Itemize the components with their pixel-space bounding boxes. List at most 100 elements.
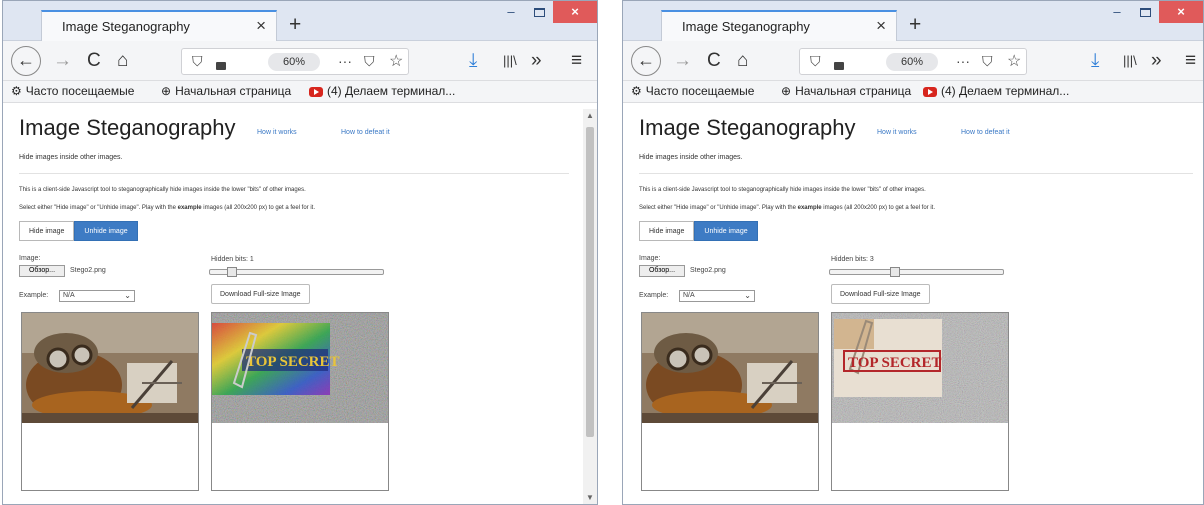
close-window-icon[interactable]: × xyxy=(553,1,597,23)
page-content: Image Steganography How it works How to … xyxy=(623,109,1203,504)
minimize-icon[interactable]: – xyxy=(1103,1,1131,23)
menu-icon[interactable]: ≡ xyxy=(1185,50,1196,72)
tab-title: Image Steganography xyxy=(682,19,810,34)
shield-icon[interactable]: ⛉ xyxy=(810,53,821,70)
youtube-icon xyxy=(309,86,323,97)
hidden-bits-label: Hidden bits: 3 xyxy=(831,256,874,263)
library-icon[interactable]: |||\ xyxy=(503,50,517,72)
home-icon[interactable]: ⌂ xyxy=(117,50,128,72)
zoom-level[interactable]: 60% xyxy=(886,53,938,71)
reload-icon[interactable]: C xyxy=(707,50,721,72)
hidden-bits-slider[interactable] xyxy=(829,267,1004,277)
top-secret-stamp: TOP SECRET xyxy=(246,354,340,370)
zoom-level[interactable]: 60% xyxy=(268,53,320,71)
minimize-icon[interactable]: – xyxy=(497,1,525,23)
example-label: Example: xyxy=(19,292,49,299)
image-label: Image: xyxy=(639,255,661,262)
new-tab-icon[interactable]: + xyxy=(909,13,921,37)
bookmark-most-visited[interactable]: ⚙ Часто посещаемые xyxy=(631,84,754,98)
tab-title: Image Steganography xyxy=(62,19,190,34)
slider-thumb[interactable] xyxy=(889,267,900,277)
mode-toggle: Hide image Unhide image xyxy=(19,221,138,241)
chevron-down-icon: ⌄ xyxy=(744,291,751,300)
home-icon[interactable]: ⌂ xyxy=(737,50,748,72)
bookmark-start-page[interactable]: ⊕ Начальная страница xyxy=(161,84,291,98)
how-it-works-link[interactable]: How it works xyxy=(257,129,297,136)
download-full-size-button[interactable]: Download Full-size Image xyxy=(831,284,930,304)
bookmark-most-visited[interactable]: ⚙ Часто посещаемые xyxy=(11,84,134,98)
more-icon[interactable]: ··· xyxy=(338,53,352,69)
top-secret-stamp: TOP SECRET xyxy=(848,355,942,371)
hidden-bits-slider[interactable] xyxy=(209,267,384,277)
tab-image-steganography[interactable]: Image Steganography × xyxy=(661,10,897,41)
hidden-bits-label: Hidden bits: 1 xyxy=(211,256,254,263)
gear-icon: ⚙ xyxy=(631,84,642,98)
lock-icon xyxy=(834,57,844,73)
how-it-works-link[interactable]: How it works xyxy=(877,129,917,136)
vertical-scrollbar[interactable]: ▲ ▼ xyxy=(583,109,597,504)
browser-window-left: Image Steganography × + – × ← → C ⌂ ⛉ 60… xyxy=(2,0,598,505)
unhide-image-button[interactable]: Unhide image xyxy=(74,221,138,241)
slider-thumb[interactable] xyxy=(226,267,237,277)
browse-button[interactable]: Обзор... xyxy=(639,265,685,277)
overflow-icon[interactable]: » xyxy=(1151,50,1162,72)
star-icon[interactable]: ☆ xyxy=(389,51,403,71)
scrollbar-thumb[interactable] xyxy=(586,127,594,437)
window-controls: – × xyxy=(1103,1,1203,23)
new-tab-icon[interactable]: + xyxy=(289,13,301,37)
download-icon[interactable]: ⤓ xyxy=(469,50,477,72)
intro-text: This is a client-side Javascript tool to… xyxy=(639,187,926,193)
forward-icon[interactable]: → xyxy=(673,50,692,72)
download-full-size-button[interactable]: Download Full-size Image xyxy=(211,284,310,304)
chevron-down-icon: ⌄ xyxy=(124,291,131,300)
maximize-icon[interactable] xyxy=(1131,1,1159,23)
more-icon[interactable]: ··· xyxy=(956,53,970,69)
unhide-image-button[interactable]: Unhide image xyxy=(694,221,758,241)
scroll-up-icon[interactable]: ▲ xyxy=(586,111,594,120)
back-icon[interactable]: ← xyxy=(631,46,661,76)
bookmark-youtube[interactable]: (4) Делаем терминал... xyxy=(309,84,455,98)
navigation-toolbar: ← → C ⌂ ⛉ 60% ··· ⛉ ☆ ⤓ |||\ » ≡ xyxy=(3,41,597,81)
bookmark-youtube[interactable]: (4) Делаем терминал... xyxy=(923,84,1069,98)
hide-image-button[interactable]: Hide image xyxy=(639,221,695,241)
youtube-icon xyxy=(923,86,937,97)
pocket-icon[interactable]: ⛉ xyxy=(982,53,993,70)
back-icon[interactable]: ← xyxy=(11,46,41,76)
tab-bar: Image Steganography × + – × xyxy=(3,1,597,41)
maximize-icon[interactable] xyxy=(525,1,553,23)
scroll-down-icon[interactable]: ▼ xyxy=(586,493,594,502)
page-subtitle: Hide images inside other images. xyxy=(19,154,123,161)
close-window-icon[interactable]: × xyxy=(1159,1,1203,23)
url-bar[interactable]: ⛉ 60% ··· ⛉ ☆ xyxy=(799,48,1027,75)
overflow-icon[interactable]: » xyxy=(531,50,542,72)
pocket-icon[interactable]: ⛉ xyxy=(364,53,375,70)
hide-image-button[interactable]: Hide image xyxy=(19,221,75,241)
window-controls: – × xyxy=(497,1,597,23)
shield-icon[interactable]: ⛉ xyxy=(192,53,203,70)
carrier-image xyxy=(22,313,198,423)
download-icon[interactable]: ⤓ xyxy=(1091,50,1099,72)
how-to-defeat-link[interactable]: How to defeat it xyxy=(341,129,390,136)
file-name: Stego2.png xyxy=(690,267,726,274)
bookmark-start-page[interactable]: ⊕ Начальная страница xyxy=(781,84,911,98)
browser-window-right: Image Steganography × + – × ← → C ⌂ ⛉ 60… xyxy=(622,0,1204,505)
example-select[interactable]: N/A ⌄ xyxy=(59,290,135,302)
menu-icon[interactable]: ≡ xyxy=(571,50,582,72)
example-select[interactable]: N/A ⌄ xyxy=(679,290,755,302)
tab-image-steganography[interactable]: Image Steganography × xyxy=(41,10,277,41)
url-bar[interactable]: ⛉ 60% ··· ⛉ ☆ xyxy=(181,48,409,75)
library-icon[interactable]: |||\ xyxy=(1123,50,1137,72)
reload-icon[interactable]: C xyxy=(87,50,101,72)
close-tab-icon[interactable]: × xyxy=(256,16,266,36)
hidden-image-canvas: TOP SECRET xyxy=(211,312,389,491)
close-tab-icon[interactable]: × xyxy=(876,16,886,36)
divider xyxy=(19,173,569,174)
browse-button[interactable]: Обзор... xyxy=(19,265,65,277)
intro-text: This is a client-side Javascript tool to… xyxy=(19,187,306,193)
forward-icon[interactable]: → xyxy=(53,50,72,72)
bookmarks-bar: ⚙ Часто посещаемые ⊕ Начальная страница (4… xyxy=(623,81,1203,103)
star-icon[interactable]: ☆ xyxy=(1007,51,1021,71)
page-content: Image Steganography How it works How to … xyxy=(3,109,597,504)
how-to-defeat-link[interactable]: How to defeat it xyxy=(961,129,1010,136)
hidden-image-canvas: TOP SECRET xyxy=(831,312,1009,491)
